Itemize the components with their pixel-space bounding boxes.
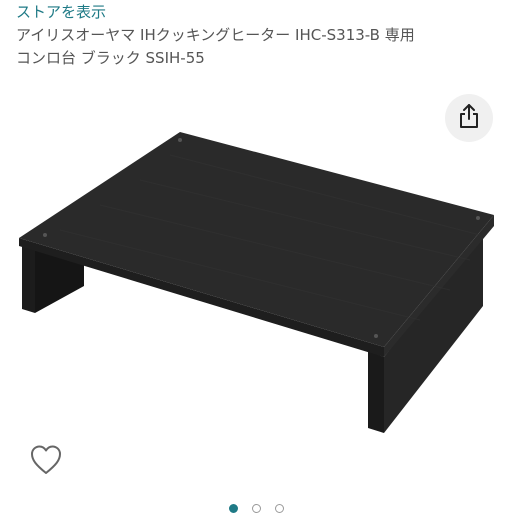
product-title-line-1: アイリスオーヤマ IHクッキングヒーター IHC-S313-B 専用 (16, 26, 415, 44)
product-image[interactable] (0, 120, 512, 440)
share-button[interactable] (445, 94, 493, 142)
heart-outline-icon (28, 445, 64, 482)
share-icon (458, 103, 480, 133)
view-store-link[interactable]: ストアを表示 (16, 2, 106, 22)
favorite-button[interactable] (28, 442, 64, 478)
product-title: アイリスオーヤマ IHクッキングヒーター IHC-S313-B 専用 コンロ台 … (16, 24, 496, 70)
product-title-line-2: コンロ台 ブラック SSIH-55 (16, 49, 205, 67)
carousel-indicator (0, 504, 512, 514)
